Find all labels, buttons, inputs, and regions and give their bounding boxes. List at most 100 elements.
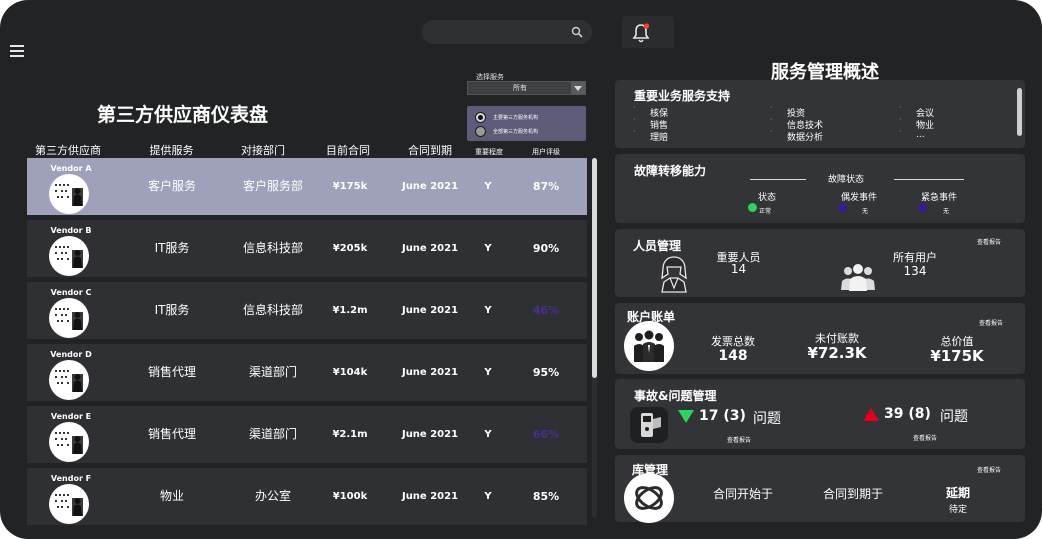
vendor-department-cell: 客户服务部 xyxy=(242,179,303,193)
view-report-link[interactable]: 查看报告 xyxy=(913,433,937,442)
card-scrollbar[interactable] xyxy=(1017,88,1022,136)
bullet-icon: · xyxy=(899,127,902,136)
vendor-service-cell: 销售代理 xyxy=(147,365,196,379)
vendor-service-cell: 客户服务 xyxy=(147,179,196,193)
vendor-rating-cell: 90% xyxy=(532,242,560,255)
radio-selected-icon[interactable] xyxy=(475,112,486,123)
vendor-expiry-cell: June 2021 xyxy=(401,491,459,502)
vendor-row[interactable]: Vendor C IT服务 信息科技部 ¥1.2m June 2021 Y 46% xyxy=(27,282,587,339)
notification-button[interactable] xyxy=(622,16,674,48)
vendor-department-cell: 渠道部门 xyxy=(248,427,297,441)
view-report-link[interactable]: 查看报告 xyxy=(977,237,1001,246)
card-title: 重要业务服务支持 xyxy=(634,89,731,103)
invoices-label: 发票总数 xyxy=(711,335,755,348)
extension-label: 延期 xyxy=(945,486,970,500)
library-management-card: 库管理 查看报告 合同开始于 合同到期于 延期 待定 xyxy=(615,455,1025,523)
vendor-row[interactable]: Vendor D 销售代理 渠道部门 ¥104k June 2021 Y 95% xyxy=(27,344,587,401)
incidents-down-value: 17 (3) xyxy=(699,408,746,424)
view-report-link[interactable]: 查看报告 xyxy=(979,318,1003,327)
vendor-criticality-cell: Y xyxy=(484,243,492,254)
radio-label: 主要第三方服务机构 xyxy=(493,115,539,121)
bullet-icon: · xyxy=(633,103,636,112)
alert-badge xyxy=(643,23,650,29)
vendor-name: Vendor A xyxy=(50,164,92,173)
vendor-rating-cell: 95% xyxy=(532,366,560,379)
vendor-row[interactable]: Vendor F 物业 办公室 ¥100k June 2021 Y 85% xyxy=(27,468,587,525)
people-management-card: 人员管理 查看报告 重要人员 14 所有用户 134 xyxy=(615,229,1025,297)
bell-icon[interactable] xyxy=(630,22,652,44)
vendor-row[interactable]: Vendor A 客户服务 客户服务部 ¥175k June 2021 Y 87% xyxy=(27,158,587,215)
vendor-rating-cell: 87% xyxy=(532,180,560,193)
status-indicator-icon xyxy=(748,203,757,212)
bullet-icon: · xyxy=(899,115,902,124)
failover-item-label: 偶发事件 xyxy=(841,193,878,203)
badge-scanner-icon xyxy=(630,407,668,443)
trend-down-icon xyxy=(678,410,694,423)
bullet-icon: · xyxy=(633,127,636,136)
scrollbar-thumb[interactable] xyxy=(592,158,597,378)
vendor-contract-cell: ¥205k xyxy=(332,243,368,254)
app-frame: 第三方供应商仪表盘 选择服务 所有 主要第三方服务机构 全部第三方服务机构 第三… xyxy=(0,0,1042,539)
vendor-criticality-cell: Y xyxy=(484,367,492,378)
users-group-icon xyxy=(841,264,875,291)
vendor-criticality-cell: Y xyxy=(484,429,492,440)
vendor-row[interactable]: Vendor E 销售代理 渠道部门 ¥2.1m June 2021 Y 66% xyxy=(27,406,587,463)
bullet-icon: · xyxy=(633,115,636,124)
divider xyxy=(894,179,964,180)
failover-item-label: 紧急事件 xyxy=(921,193,958,203)
search-icon[interactable] xyxy=(571,26,583,38)
person-icon xyxy=(661,256,687,293)
invoices-value: 148 xyxy=(718,348,748,364)
contract-start-label: 合同开始于 xyxy=(712,487,773,501)
status-indicator-icon xyxy=(918,203,927,212)
radio-unselected-icon[interactable] xyxy=(475,126,486,137)
failover-item-value: 无 xyxy=(862,208,869,215)
extension-value: 待定 xyxy=(948,505,967,515)
vendor-table-header: 第三方供应商 提供服务 对接部门 目前合同 合同到期 重要程度 用户评级 xyxy=(27,142,587,160)
chevron-down-icon[interactable] xyxy=(571,82,585,94)
radio-option-all[interactable]: 全部第三方服务机构 xyxy=(475,126,538,137)
unpaid-value: ¥72.3K xyxy=(807,344,867,362)
dashboard-title: 第三方供应商仪表盘 xyxy=(97,104,269,126)
search-input[interactable] xyxy=(422,20,592,44)
card-title: 人员管理 xyxy=(633,239,682,253)
vendor-name: Vendor C xyxy=(50,288,92,297)
vendor-table-scrollbar[interactable] xyxy=(592,158,597,518)
vendor-avatar-icon xyxy=(49,174,89,214)
vendor-expiry-cell: June 2021 xyxy=(401,243,459,254)
vendor-criticality-cell: Y xyxy=(484,305,492,316)
status-indicator-icon xyxy=(838,203,847,212)
all-users-label: 所有用户 xyxy=(893,251,937,264)
vendor-rating-cell: 66% xyxy=(532,428,560,441)
vendor-row[interactable]: Vendor B IT服务 信息科技部 ¥205k June 2021 Y 90% xyxy=(27,220,587,277)
vendor-expiry-cell: June 2021 xyxy=(401,367,459,378)
vendor-contract-cell: ¥2.1m xyxy=(332,429,368,440)
vendor-service-cell: IT服务 xyxy=(154,241,190,255)
vendor-rating-cell: 46% xyxy=(532,304,560,317)
vendor-expiry-cell: June 2021 xyxy=(401,181,459,192)
service-scope-radio-group: 主要第三方服务机构 全部第三方服务机构 xyxy=(467,106,586,141)
vendor-contract-cell: ¥175k xyxy=(332,181,368,192)
vendor-department-cell: 办公室 xyxy=(254,489,291,503)
vendor-avatar-icon xyxy=(49,298,89,338)
vendor-rating-cell: 85% xyxy=(532,490,560,503)
incidents-up-label: 问题 xyxy=(940,409,968,425)
card-title: 事故&问题管理 xyxy=(634,389,717,403)
vendor-name: Vendor D xyxy=(50,350,92,359)
vendor-avatar-icon xyxy=(49,360,89,400)
vendor-criticality-cell: Y xyxy=(484,491,492,502)
vendor-department-cell: 渠道部门 xyxy=(248,365,297,379)
service-filter-select[interactable]: 所有 xyxy=(467,81,586,95)
view-report-link[interactable]: 查看报告 xyxy=(977,465,1001,474)
view-report-link[interactable]: 查看报告 xyxy=(727,435,751,444)
radio-option-key[interactable]: 主要第三方服务机构 xyxy=(475,112,538,123)
vendor-contract-cell: ¥100k xyxy=(332,491,368,502)
vendor-criticality-cell: Y xyxy=(484,181,492,192)
hamburger-menu-icon[interactable] xyxy=(10,45,24,57)
radio-label: 全部第三方服务机构 xyxy=(493,129,539,135)
failover-item-label: 状态 xyxy=(758,193,777,203)
vendor-name: Vendor B xyxy=(50,226,92,235)
incidents-up-value: 39 (8) xyxy=(884,406,931,422)
vendor-contract-cell: ¥1.2m xyxy=(332,305,368,316)
card-title: 故障转移能力 xyxy=(634,164,707,178)
